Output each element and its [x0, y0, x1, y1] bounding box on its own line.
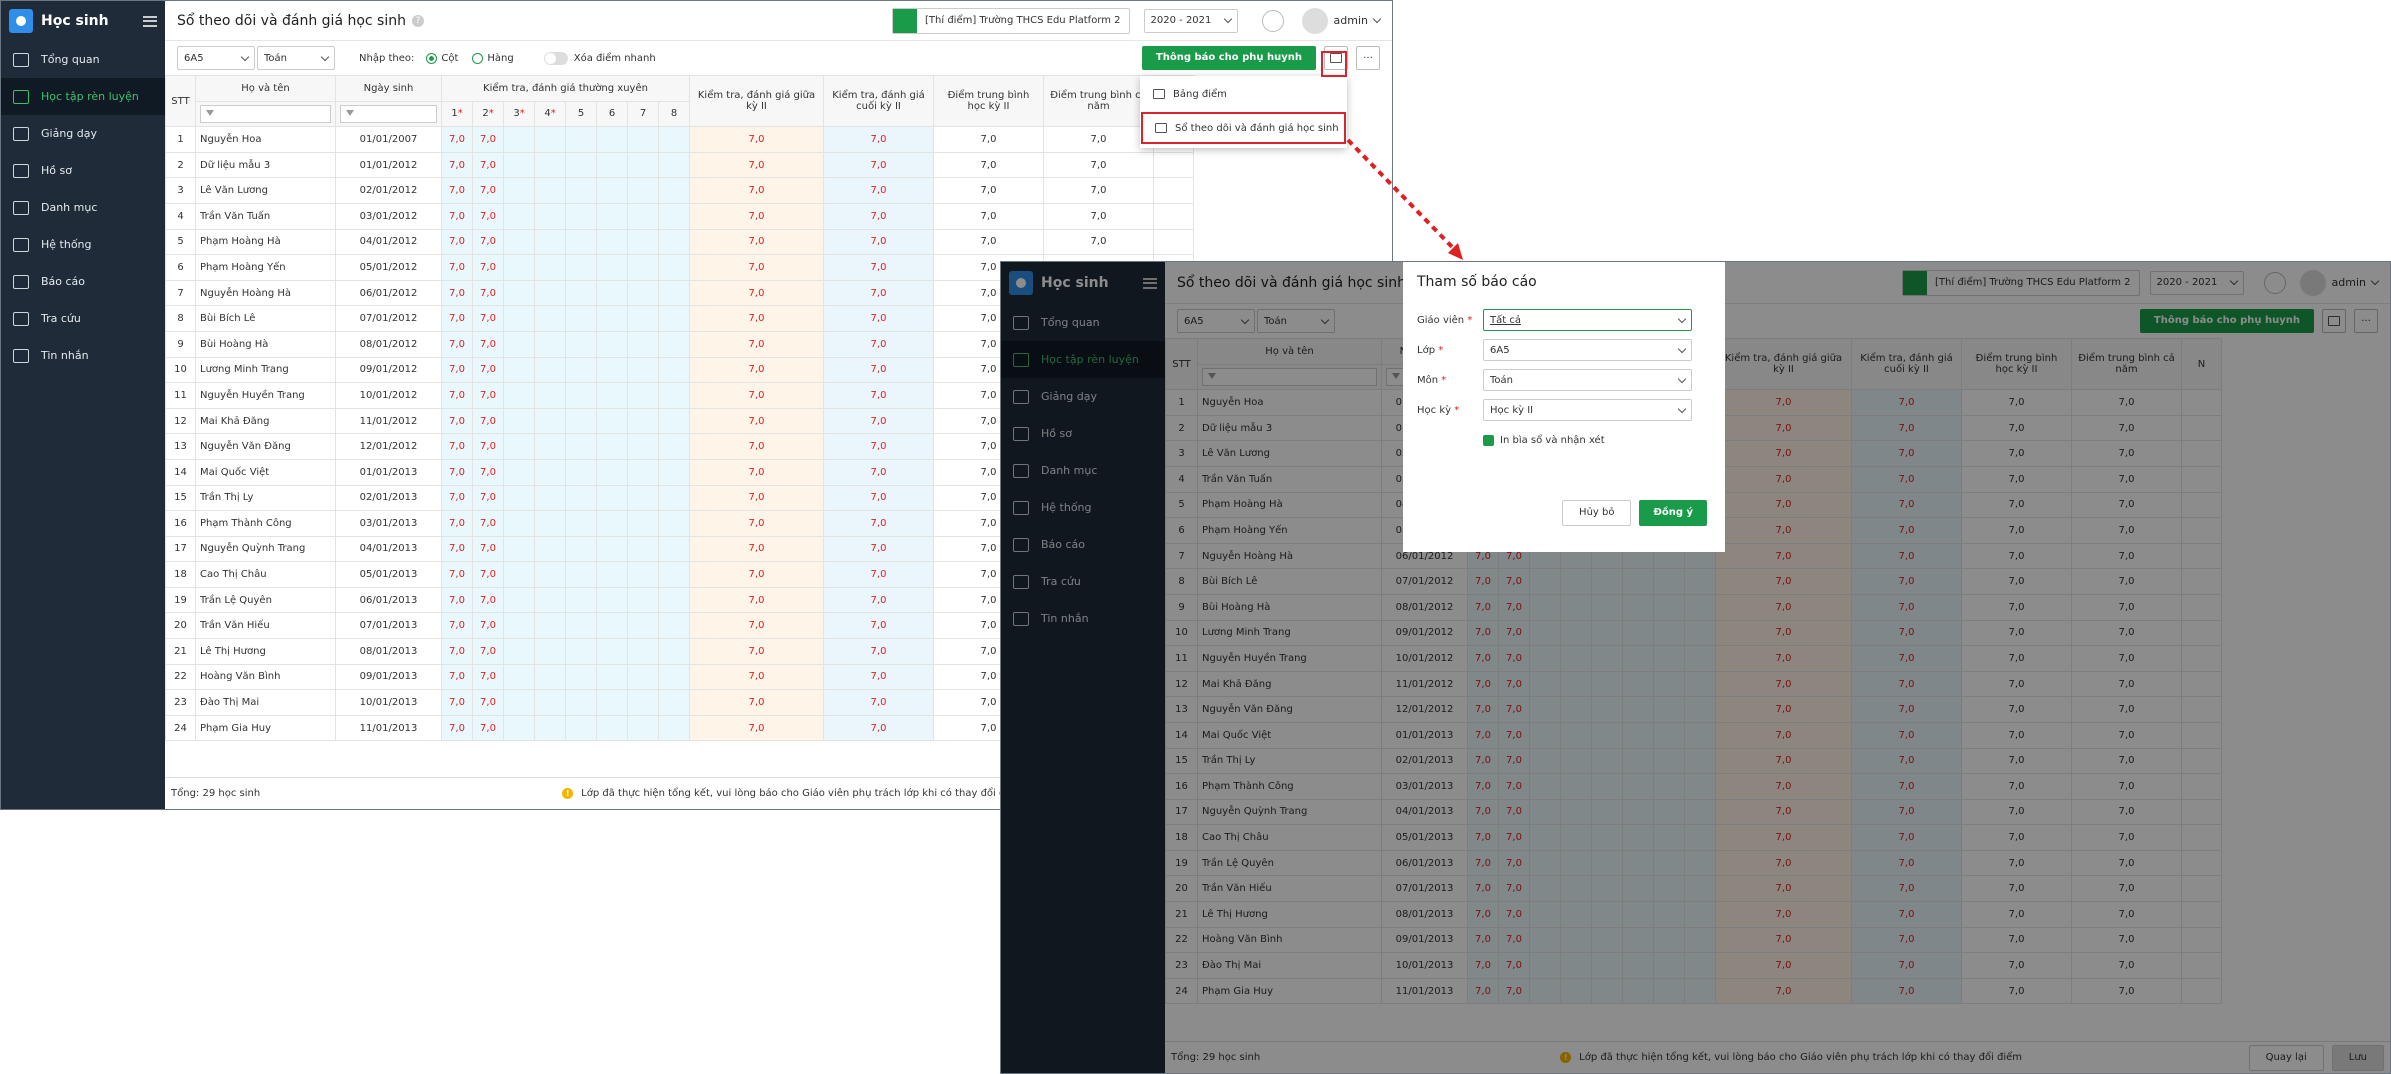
arrow-line	[1346, 138, 1459, 254]
callout-arrow	[1346, 138, 1463, 260]
